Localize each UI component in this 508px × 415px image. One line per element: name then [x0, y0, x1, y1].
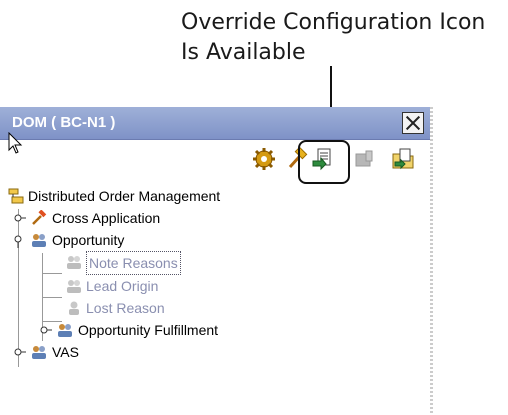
tree-item-label: Note Reasons: [86, 251, 181, 275]
people-group-icon: [67, 280, 81, 293]
panel-titlebar: DOM ( BC-N1 ): [0, 107, 430, 140]
panel-toolbar: [0, 139, 430, 179]
callout-annotation: Override Configuration Icon Is Available: [181, 8, 485, 68]
mouse-cursor-icon: [8, 132, 23, 154]
people-group-icon: [58, 324, 72, 337]
person-icon: [69, 301, 79, 315]
callout-line2: Is Available: [181, 40, 306, 65]
tree-item-label: VAS: [52, 344, 79, 360]
override-icon-highlight: [298, 140, 350, 184]
tree-item-label: Cross Application: [52, 210, 161, 226]
panel-title: DOM ( BC-N1 ): [12, 114, 116, 131]
people-group-icon: [32, 234, 46, 247]
tree-item-label: Opportunity: [52, 232, 125, 248]
collapsed-toggle-icon[interactable]: [40, 322, 52, 338]
tree-item-label: Opportunity Fulfillment: [78, 322, 219, 338]
gear-icon[interactable]: [252, 147, 276, 171]
expanded-toggle-icon[interactable]: [14, 232, 26, 248]
people-group-icon: [67, 256, 81, 269]
collapsed-toggle-icon[interactable]: [14, 210, 26, 226]
people-group-icon: [32, 346, 46, 359]
panel-resize-edge[interactable]: [430, 107, 433, 415]
org-tree-icon: [8, 188, 24, 204]
tree-root-label: Distributed Order Management: [28, 188, 221, 204]
close-button[interactable]: [402, 112, 424, 134]
callout-line1: Override Configuration Icon: [181, 10, 486, 35]
tree-item-label: Lead Origin: [86, 278, 159, 294]
dom-panel: DOM ( BC-N1 ) Distributed Order Manageme…: [0, 107, 430, 415]
disabled-tool-icon[interactable]: [352, 147, 376, 171]
hammer-icon: [32, 210, 47, 225]
collapsed-toggle-icon[interactable]: [14, 344, 26, 360]
tree-item-label: Lost Reason: [86, 300, 165, 316]
folder-config-icon[interactable]: [391, 147, 415, 171]
